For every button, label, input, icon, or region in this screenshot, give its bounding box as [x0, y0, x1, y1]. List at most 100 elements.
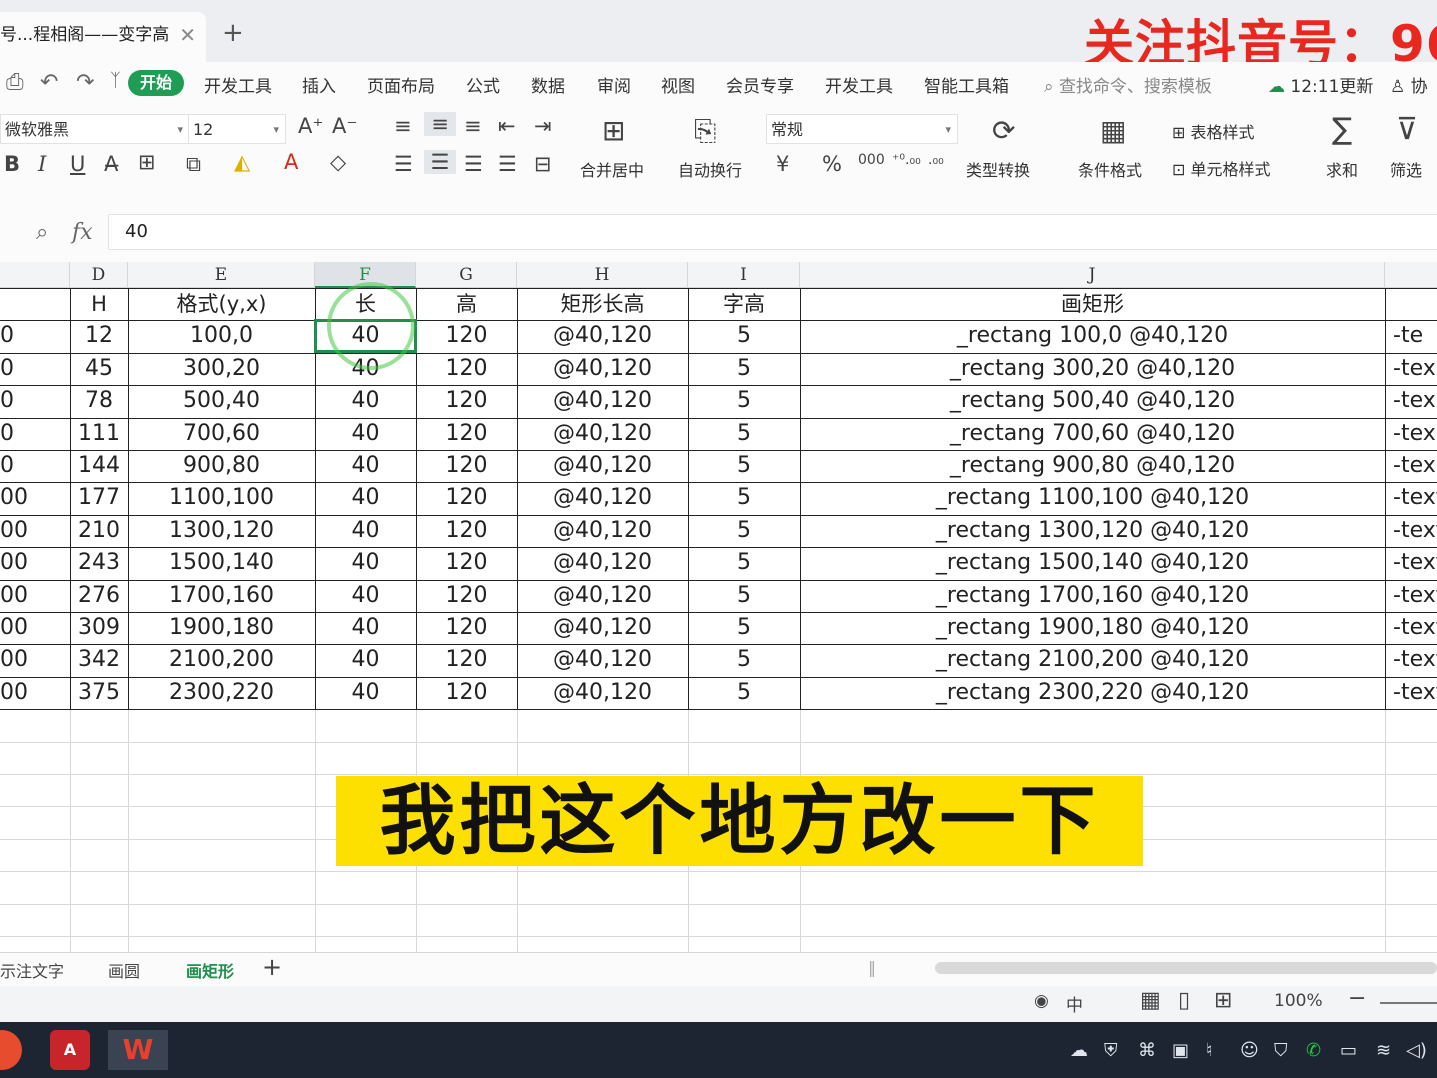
- table-cell-e[interactable]: 1700,160: [128, 580, 315, 612]
- underline-icon[interactable]: U: [70, 152, 85, 176]
- table-cell-j[interactable]: _rectang 1900,180 @40,120: [800, 612, 1385, 644]
- close-icon[interactable]: ✕: [179, 12, 196, 58]
- table-cell-h[interactable]: @40,120: [517, 580, 688, 612]
- table-cell-k[interactable]: -text: [1385, 580, 1437, 612]
- table-cell-c[interactable]: 0: [0, 320, 70, 352]
- screen-icon[interactable]: ▣: [1172, 1040, 1189, 1061]
- table-cell-f[interactable]: 40: [315, 515, 416, 547]
- table-cell-f[interactable]: 40: [315, 644, 416, 676]
- undo-icon[interactable]: ↶: [40, 70, 58, 95]
- page-layout-view-icon[interactable]: ▯: [1178, 988, 1190, 1013]
- menu-developer-tools[interactable]: 开发工具: [204, 72, 272, 97]
- table-header-cell[interactable]: 矩形长高: [517, 288, 688, 320]
- table-cell-c[interactable]: 00: [0, 677, 70, 709]
- table-cell-h[interactable]: @40,120: [517, 515, 688, 547]
- table-cell-d[interactable]: 78: [70, 385, 128, 417]
- table-cell-h[interactable]: @40,120: [517, 418, 688, 450]
- table-cell-h[interactable]: @40,120: [517, 482, 688, 514]
- table-cell-e[interactable]: 1300,120: [128, 515, 315, 547]
- table-cell-k[interactable]: -tex: [1385, 385, 1437, 417]
- decrease-decimal-icon[interactable]: .₀₀: [928, 152, 944, 168]
- column-header-d[interactable]: D: [70, 262, 128, 288]
- table-cell-i[interactable]: 5: [688, 547, 800, 579]
- thousands-icon[interactable]: 000: [858, 152, 885, 168]
- bold-icon[interactable]: B: [4, 152, 20, 176]
- shield-icon[interactable]: ⛉: [1274, 1040, 1288, 1061]
- table-cell-k[interactable]: -text: [1385, 677, 1437, 709]
- battery-icon[interactable]: ▭: [1340, 1040, 1357, 1061]
- table-cell-i[interactable]: 5: [688, 612, 800, 644]
- table-cell-h[interactable]: @40,120: [517, 353, 688, 385]
- italic-icon[interactable]: I: [38, 152, 46, 176]
- table-header-cell[interactable]: H: [70, 288, 128, 320]
- command-search[interactable]: ⌕ 查找命令、搜索模板: [1044, 72, 1212, 97]
- table-cell-c[interactable]: 0: [0, 418, 70, 450]
- zoom-out-icon[interactable]: −: [1348, 986, 1366, 1011]
- align-right-icon[interactable]: ☰: [464, 152, 483, 176]
- mic-icon[interactable]: ♮: [1206, 1040, 1212, 1061]
- table-cell-k[interactable]: -text: [1385, 547, 1437, 579]
- table-cell-d[interactable]: 276: [70, 580, 128, 612]
- merge-center-icon[interactable]: ⊞: [602, 114, 625, 147]
- table-cell-c[interactable]: 00: [0, 547, 70, 579]
- eye-protection-icon[interactable]: ◉: [1034, 991, 1049, 1011]
- new-tab-button[interactable]: +: [222, 18, 244, 48]
- column-header-e[interactable]: E: [128, 262, 315, 288]
- menu-developer-tools-2[interactable]: 开发工具: [825, 72, 893, 97]
- currency-icon[interactable]: ¥: [776, 152, 789, 176]
- font-color-icon[interactable]: A: [284, 150, 298, 174]
- align-bottom-icon[interactable]: ≡: [464, 114, 482, 138]
- table-cell-h[interactable]: @40,120: [517, 612, 688, 644]
- table-header-cell[interactable]: 画矩形: [800, 288, 1385, 320]
- number-format-select[interactable]: 常规 ▾: [766, 114, 958, 144]
- table-cell-g[interactable]: 120: [416, 677, 517, 709]
- sheet-tab-rectangle[interactable]: 画矩形: [186, 958, 234, 982]
- type-convert-icon[interactable]: ⟳: [992, 114, 1015, 147]
- increase-font-icon[interactable]: A⁺: [298, 114, 323, 138]
- column-header-k[interactable]: [1385, 262, 1437, 288]
- table-cell-f[interactable]: 40: [315, 580, 416, 612]
- zoom-slider[interactable]: [1380, 1002, 1437, 1004]
- table-cell-i[interactable]: 5: [688, 353, 800, 385]
- table-cell-j[interactable]: _rectang 2300,220 @40,120: [800, 677, 1385, 709]
- table-cell-i[interactable]: 5: [688, 482, 800, 514]
- table-cell-j[interactable]: _rectang 1100,100 @40,120: [800, 482, 1385, 514]
- justify-icon[interactable]: ☰: [498, 152, 517, 176]
- table-cell-g[interactable]: 120: [416, 418, 517, 450]
- font-size-select[interactable]: 12 ▾: [188, 114, 286, 144]
- table-cell-c[interactable]: 0: [0, 385, 70, 417]
- cloud-sync-status[interactable]: ☁ 12:11更新: [1268, 72, 1373, 97]
- strikethrough-icon[interactable]: A̶: [104, 152, 118, 176]
- format-painter-icon[interactable]: ᛉ: [110, 70, 121, 91]
- table-cell-e[interactable]: 300,20: [128, 353, 315, 385]
- menu-smart-toolbox[interactable]: 智能工具箱: [924, 72, 1009, 97]
- filter-button[interactable]: 筛选: [1390, 157, 1422, 181]
- document-tab[interactable]: 号...程相阁——变字高 ✕: [0, 12, 206, 62]
- distribute-icon[interactable]: ⊟: [534, 152, 552, 176]
- table-cell-k[interactable]: -text: [1385, 612, 1437, 644]
- table-header-cell[interactable]: 高: [416, 288, 517, 320]
- table-cell-k[interactable]: -tex: [1385, 450, 1437, 482]
- table-cell-c[interactable]: 0: [0, 450, 70, 482]
- page-break-view-icon[interactable]: ⊞: [1214, 988, 1232, 1013]
- table-cell-i[interactable]: 5: [688, 580, 800, 612]
- table-cell-i[interactable]: 5: [688, 320, 800, 352]
- volume-icon[interactable]: ◁): [1406, 1040, 1427, 1061]
- percent-icon[interactable]: %: [822, 152, 842, 176]
- autocad-icon[interactable]: A: [50, 1030, 90, 1070]
- conditional-format-icon[interactable]: ▦: [1100, 114, 1126, 147]
- menu-start[interactable]: 开始: [128, 70, 184, 96]
- table-cell-d[interactable]: 12: [70, 320, 128, 352]
- table-cell-h[interactable]: @40,120: [517, 320, 688, 352]
- table-cell-e[interactable]: 700,60: [128, 418, 315, 450]
- input-mode-button[interactable]: 中: [1066, 991, 1083, 1016]
- table-cell-c[interactable]: 00: [0, 580, 70, 612]
- menu-review[interactable]: 审阅: [597, 72, 631, 97]
- table-cell-e[interactable]: 1100,100: [128, 482, 315, 514]
- scroll-split-handle[interactable]: ‖: [868, 958, 876, 977]
- table-header-cell[interactable]: 格式(y,x): [128, 288, 315, 320]
- menu-page-layout[interactable]: 页面布局: [367, 72, 435, 97]
- table-cell-i[interactable]: 5: [688, 385, 800, 417]
- table-cell-j[interactable]: _rectang 300,20 @40,120: [800, 353, 1385, 385]
- table-cell-g[interactable]: 120: [416, 644, 517, 676]
